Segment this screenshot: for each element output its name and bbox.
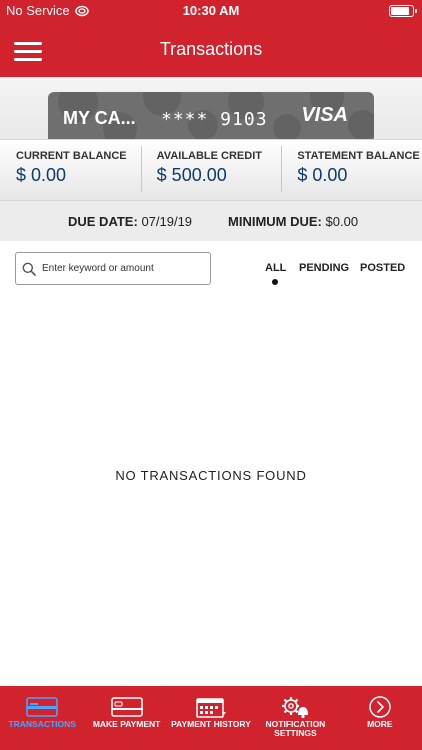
- card-icon: [25, 695, 59, 719]
- card-nickname: MY CA...: [63, 108, 136, 128]
- tab-make-payment[interactable]: MAKE PAYMENT: [84, 686, 168, 750]
- current-balance-label: CURRENT BALANCE: [16, 150, 127, 162]
- current-balance-value: $ 0.00: [16, 165, 67, 185]
- filter-pending[interactable]: PENDING: [299, 262, 349, 274]
- visa-logo: VISA: [301, 104, 348, 126]
- filter-posted[interactable]: POSTED: [360, 262, 405, 274]
- gear-bell-icon: [278, 695, 312, 719]
- tab-label: MORE: [367, 719, 393, 729]
- card-strip: MY CA... **** 9103 VISA: [0, 77, 422, 139]
- available-credit-label: AVAILABLE CREDIT: [156, 150, 262, 162]
- minimum-due: MINIMUM DUE: $0.00: [228, 214, 358, 229]
- search-input[interactable]: [42, 263, 202, 274]
- minimum-due-value: $0.00: [325, 214, 359, 229]
- tab-more[interactable]: MORE: [338, 686, 422, 750]
- chevron-right-circle-icon: [363, 695, 397, 719]
- card-number: **** 9103: [161, 109, 268, 130]
- tab-payment-history[interactable]: PAYMENT HISTORY: [169, 686, 253, 750]
- header: No Service 10:30 AM Transactions: [0, 0, 422, 77]
- available-credit-value: $ 500.00: [156, 165, 227, 185]
- tab-notification-settings[interactable]: NOTIFICATION SETTINGS: [253, 686, 337, 750]
- transactions-screen: No Service 10:30 AM Transactions MY CA..…: [0, 0, 422, 750]
- status-time: 10:30 AM: [182, 3, 240, 18]
- search-icon: [22, 262, 36, 276]
- empty-state-message: NO TRANSACTIONS FOUND: [115, 468, 307, 483]
- bottom-tab-bar: TRANSACTIONS MAKE PAYMENT PAYMENT HISTOR…: [0, 686, 422, 750]
- minimum-due-label: MINIMUM DUE:: [228, 214, 322, 229]
- filter-all[interactable]: ALL: [265, 262, 286, 274]
- active-filter-indicator: [272, 279, 278, 285]
- due-date: DUE DATE: 07/19/19: [68, 214, 192, 229]
- tab-label: TRANSACTIONS: [8, 719, 76, 729]
- credit-card-image[interactable]: MY CA... **** 9103 VISA: [48, 92, 374, 139]
- battery-icon: [389, 5, 417, 17]
- statement-balance-label: STATEMENT BALANCE: [297, 150, 420, 162]
- credit-card-icon: [110, 695, 144, 719]
- statement-balance: STATEMENT BALANCE $ 0.00: [281, 140, 422, 200]
- tab-transactions[interactable]: TRANSACTIONS: [0, 686, 84, 750]
- statement-balance-value: $ 0.00: [297, 165, 348, 185]
- page-title: Transactions: [159, 39, 263, 59]
- status-bar: No Service 10:30 AM: [0, 0, 422, 22]
- tab-label: PAYMENT HISTORY: [171, 719, 251, 729]
- balance-summary: CURRENT BALANCE $ 0.00 AVAILABLE CREDIT …: [0, 139, 422, 200]
- current-balance: CURRENT BALANCE $ 0.00: [0, 140, 141, 200]
- calendar-icon: [194, 695, 228, 719]
- search-box[interactable]: [15, 252, 211, 285]
- tab-label: MAKE PAYMENT: [92, 719, 161, 729]
- available-credit: AVAILABLE CREDIT $ 500.00: [140, 140, 282, 200]
- due-date-label: DUE DATE:: [68, 214, 138, 229]
- tab-label: NOTIFICATION SETTINGS: [265, 719, 326, 738]
- due-row: DUE DATE: 07/19/19 MINIMUM DUE: $0.00: [0, 200, 422, 241]
- due-date-value: 07/19/19: [141, 214, 193, 229]
